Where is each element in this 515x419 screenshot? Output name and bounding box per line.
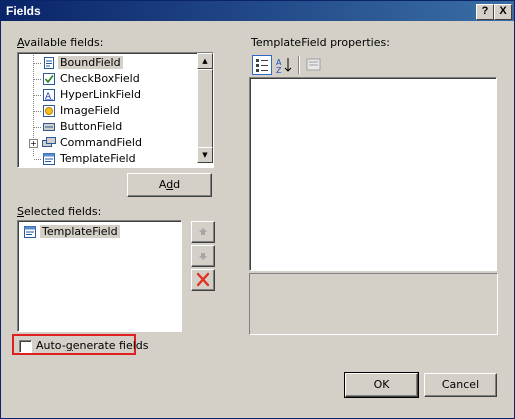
available-fields-label: Available fields: xyxy=(17,36,104,49)
close-button[interactable]: X xyxy=(494,4,512,20)
available-field-item[interactable]: BoundField xyxy=(20,55,195,71)
available-field-label: ButtonField xyxy=(60,120,123,133)
buttonfield-icon xyxy=(43,123,55,131)
window-title: Fields xyxy=(6,4,41,18)
boundfield-icon xyxy=(44,57,54,69)
available-field-item[interactable]: ButtonField xyxy=(20,119,195,135)
auto-generate-highlight: Auto-generate fields xyxy=(12,334,149,355)
delete-x-icon xyxy=(196,272,210,287)
ok-button[interactable]: OK xyxy=(344,372,419,398)
alphabetical-button[interactable]: A Z xyxy=(274,55,294,75)
arrow-down-icon xyxy=(199,253,207,260)
svg-text:Z: Z xyxy=(276,66,282,75)
scroll-up-button[interactable]: ▲ xyxy=(197,53,213,69)
auto-generate-label[interactable]: Auto-generate fields xyxy=(36,339,149,352)
properties-label: TemplateField properties: xyxy=(251,36,390,49)
available-field-label: BoundField xyxy=(58,56,123,69)
delete-button[interactable] xyxy=(191,269,215,291)
available-fields-tree[interactable]: BoundField CheckBoxField A HyperLinkField Im… xyxy=(17,52,214,168)
available-field-label: TemplateField xyxy=(60,152,136,165)
scroll-down-button[interactable]: ▼ xyxy=(197,147,213,163)
categorized-icon xyxy=(256,59,268,72)
available-field-label: ImageField xyxy=(60,104,120,117)
categorized-button[interactable] xyxy=(252,55,272,75)
available-field-label: HyperLinkField xyxy=(60,88,141,101)
move-down-button[interactable] xyxy=(191,245,215,267)
auto-generate-checkbox[interactable] xyxy=(19,340,32,353)
available-field-label: CommandField xyxy=(60,136,142,149)
help-button[interactable]: ? xyxy=(476,4,494,20)
move-up-button[interactable] xyxy=(191,221,215,243)
commandfield-icon xyxy=(42,137,56,147)
selected-fields-list[interactable]: TemplateField xyxy=(17,220,182,332)
available-field-item[interactable]: + CommandField xyxy=(20,135,195,151)
property-grid[interactable] xyxy=(249,77,497,271)
property-description xyxy=(249,273,498,335)
scroll-thumb[interactable] xyxy=(197,69,213,149)
templatefield-icon xyxy=(24,226,36,238)
fields-dialog: Fields ? X Available fields: BoundField C… xyxy=(0,0,515,419)
available-field-item[interactable]: CheckBoxField xyxy=(20,71,195,87)
hyperlinkfield-icon: A xyxy=(43,89,55,102)
property-toolbar: A Z xyxy=(250,53,496,77)
available-field-item[interactable]: TemplateField xyxy=(20,151,195,167)
cancel-button[interactable]: Cancel xyxy=(424,373,497,397)
selected-fields-label: Selected fields: xyxy=(17,205,102,218)
expand-plus-icon[interactable]: + xyxy=(29,139,38,148)
templatefield-icon xyxy=(43,153,55,165)
add-button[interactable]: Add xyxy=(127,173,212,197)
sort-alphabetical-icon: A Z xyxy=(276,58,292,75)
checkboxfield-icon xyxy=(43,73,55,85)
property-pages-icon xyxy=(306,58,321,71)
selected-field-label: TemplateField xyxy=(40,225,120,238)
imagefield-icon xyxy=(43,105,55,117)
property-pages-button[interactable] xyxy=(304,55,324,75)
available-field-label: CheckBoxField xyxy=(60,72,140,85)
available-fields-scrollbar[interactable]: ▲ ▼ xyxy=(197,53,213,163)
title-bar[interactable]: Fields ? X xyxy=(1,1,514,21)
available-field-item[interactable]: ImageField xyxy=(20,103,195,119)
arrow-up-icon xyxy=(199,228,207,235)
available-field-item[interactable]: A HyperLinkField xyxy=(20,87,195,103)
